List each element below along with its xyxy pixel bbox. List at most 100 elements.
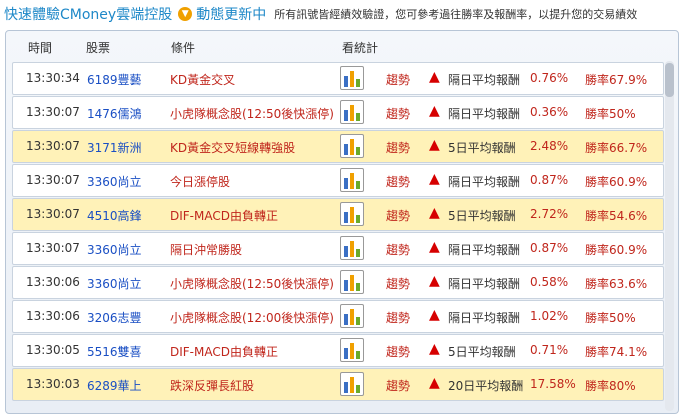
row-stock-link[interactable]: 1476儒鴻	[87, 105, 142, 122]
chevron-down-icon[interactable]: ▼	[178, 7, 193, 21]
row-time: 13:30:07	[26, 105, 80, 119]
row-stock-link[interactable]: 3360尚立	[87, 241, 142, 258]
bar-chart-icon[interactable]	[340, 338, 364, 362]
row-stock-link[interactable]: 6289華上	[87, 377, 142, 394]
row-return-label: 隔日平均報酬	[448, 73, 521, 87]
banner-title[interactable]: 快速體驗CMoney雲端控股	[4, 4, 172, 24]
bar-chart-icon[interactable]	[340, 372, 364, 396]
bar-chart-icon[interactable]	[340, 134, 364, 158]
row-condition-link[interactable]: 小虎隊概念股(12:50後快漲停)	[170, 105, 334, 122]
row-condition-link[interactable]: 小虎隊概念股(12:50後快漲停)	[170, 275, 334, 292]
row-stock-link[interactable]: 3360尚立	[87, 275, 142, 292]
row-condition-link[interactable]: DIF-MACD由負轉正	[170, 343, 278, 360]
up-arrow-icon: ▲	[429, 103, 440, 119]
row-return-label: 隔日平均報酬	[448, 277, 521, 291]
table-row[interactable]: 13:30:07 3171新洲 KD黃金交叉短線轉強股 趨勢 ▲ 5日平均報酬 2.48% 勝…	[12, 130, 664, 163]
row-trend-link[interactable]: 趨勢	[386, 241, 410, 258]
row-condition-link[interactable]: KD黃金交叉	[170, 71, 235, 88]
row-return-label: 隔日平均報酬	[448, 175, 521, 189]
table-row[interactable]: 13:30:07 3360尚立 今日漲停股 趨勢 ▲ 隔日平均報酬 0.87% 勝率60.9%	[12, 164, 664, 197]
banner: 快速體驗CMoney雲端控股 ▼ 動態更新中 所有訊號皆經績效驗證，您可參考過往…	[0, 0, 684, 28]
row-return-value: 2.48%	[530, 139, 569, 153]
table-row[interactable]: 13:30:07 3360尚立 隔日沖常勝股 趨勢 ▲ 隔日平均報酬 0.87% 勝率60.9…	[12, 232, 664, 265]
row-stock-link[interactable]: 4510高鋒	[87, 207, 142, 224]
up-arrow-icon: ▲	[429, 137, 440, 153]
row-trend-link[interactable]: 趨勢	[386, 139, 410, 156]
signal-panel: 時間 股票 條件 看統計 13:30:34 6189豐藝 KD黃金交叉 趨勢 ▲ 隔日平均…	[5, 30, 679, 414]
header-condition: 條件	[171, 41, 196, 55]
row-time: 13:30:07	[26, 207, 80, 221]
table-row[interactable]: 13:30:06 3360尚立 小虎隊概念股(12:50後快漲停) 趨勢 ▲ 隔日平均報酬…	[12, 266, 664, 299]
banner-subtitle: 動態更新中	[196, 7, 267, 23]
up-arrow-icon: ▲	[429, 375, 440, 391]
row-trend-link[interactable]: 趨勢	[386, 377, 410, 394]
up-arrow-icon: ▲	[429, 341, 440, 357]
row-condition-link[interactable]: 今日漲停股	[170, 173, 230, 190]
row-condition-link[interactable]: 隔日沖常勝股	[170, 241, 242, 258]
row-win-rate: 勝率74.1%	[585, 345, 648, 359]
row-return-label: 20日平均報酬	[448, 379, 524, 393]
bar-chart-icon[interactable]	[340, 100, 364, 124]
row-time: 13:30:06	[26, 275, 80, 289]
table-row[interactable]: 13:30:34 6189豐藝 KD黃金交叉 趨勢 ▲ 隔日平均報酬 0.76% 勝率67.9…	[12, 62, 664, 95]
row-return-label: 5日平均報酬	[448, 141, 516, 155]
row-return-value: 0.76%	[530, 71, 569, 85]
header-time: 時間	[28, 41, 53, 55]
row-return-value: 0.58%	[530, 275, 569, 289]
row-return-label: 隔日平均報酬	[448, 107, 521, 121]
up-arrow-icon: ▲	[429, 307, 440, 323]
row-stock-link[interactable]: 5516雙喜	[87, 343, 142, 360]
signal-list: 13:30:34 6189豐藝 KD黃金交叉 趨勢 ▲ 隔日平均報酬 0.76% 勝率67.9…	[12, 61, 664, 411]
row-time: 13:30:07	[26, 241, 80, 255]
up-arrow-icon: ▲	[429, 239, 440, 255]
row-time: 13:30:34	[26, 71, 80, 85]
bar-chart-icon[interactable]	[340, 236, 364, 260]
row-time: 13:30:06	[26, 309, 80, 323]
table-header: 時間 股票 條件 看統計	[6, 31, 678, 61]
row-win-rate: 勝率67.9%	[585, 73, 648, 87]
row-trend-link[interactable]: 趨勢	[386, 275, 410, 292]
scrollbar[interactable]	[665, 61, 674, 411]
row-time: 13:30:07	[26, 173, 80, 187]
table-row[interactable]: 13:30:03 6289華上 跌深反彈長紅股 趨勢 ▲ 20日平均報酬 17.58% 勝率8…	[12, 368, 664, 401]
row-return-value: 1.02%	[530, 309, 569, 323]
row-return-value: 0.87%	[530, 241, 569, 255]
row-trend-link[interactable]: 趨勢	[386, 207, 410, 224]
row-trend-link[interactable]: 趨勢	[386, 71, 410, 88]
row-trend-link[interactable]: 趨勢	[386, 105, 410, 122]
table-row[interactable]: 13:30:05 5516雙喜 DIF-MACD由負轉正 趨勢 ▲ 5日平均報酬 0.71%…	[12, 334, 664, 367]
row-trend-link[interactable]: 趨勢	[386, 309, 410, 326]
table-row[interactable]: 13:30:06 3206志豐 小虎隊概念股(12:00後快漲停) 趨勢 ▲ 隔日平均報酬…	[12, 300, 664, 333]
up-arrow-icon: ▲	[429, 171, 440, 187]
row-win-rate: 勝率60.9%	[585, 175, 648, 189]
row-condition-link[interactable]: 小虎隊概念股(12:00後快漲停)	[170, 309, 334, 326]
row-stock-link[interactable]: 3171新洲	[87, 139, 142, 156]
row-trend-link[interactable]: 趨勢	[386, 173, 410, 190]
row-condition-link[interactable]: 跌深反彈長紅股	[170, 377, 254, 394]
row-return-value: 0.71%	[530, 343, 569, 357]
up-arrow-icon: ▲	[429, 273, 440, 289]
bar-chart-icon[interactable]	[340, 270, 364, 294]
row-win-rate: 勝率60.9%	[585, 243, 648, 257]
table-row[interactable]: 13:30:07 4510高鋒 DIF-MACD由負轉正 趨勢 ▲ 5日平均報酬 2.72%…	[12, 198, 664, 231]
row-win-rate: 勝率50%	[585, 311, 636, 325]
row-time: 13:30:03	[26, 377, 80, 391]
row-time: 13:30:07	[26, 139, 80, 153]
table-row[interactable]: 13:30:07 1476儒鴻 小虎隊概念股(12:50後快漲停) 趨勢 ▲ 隔日平均報酬…	[12, 96, 664, 129]
header-chart: 看統計	[342, 41, 379, 55]
bar-chart-icon[interactable]	[340, 304, 364, 328]
row-stock-link[interactable]: 3360尚立	[87, 173, 142, 190]
row-condition-link[interactable]: KD黃金交叉短線轉強股	[170, 139, 295, 156]
row-return-label: 5日平均報酬	[448, 209, 516, 223]
row-condition-link[interactable]: DIF-MACD由負轉正	[170, 207, 278, 224]
row-stock-link[interactable]: 3206志豐	[87, 309, 142, 326]
bar-chart-icon[interactable]	[340, 66, 364, 90]
row-return-label: 隔日平均報酬	[448, 243, 521, 257]
row-stock-link[interactable]: 6189豐藝	[87, 71, 142, 88]
row-time: 13:30:05	[26, 343, 80, 357]
bar-chart-icon[interactable]	[340, 168, 364, 192]
row-return-value: 0.36%	[530, 105, 569, 119]
scrollbar-thumb[interactable]	[665, 63, 674, 97]
row-trend-link[interactable]: 趨勢	[386, 343, 410, 360]
bar-chart-icon[interactable]	[340, 202, 364, 226]
